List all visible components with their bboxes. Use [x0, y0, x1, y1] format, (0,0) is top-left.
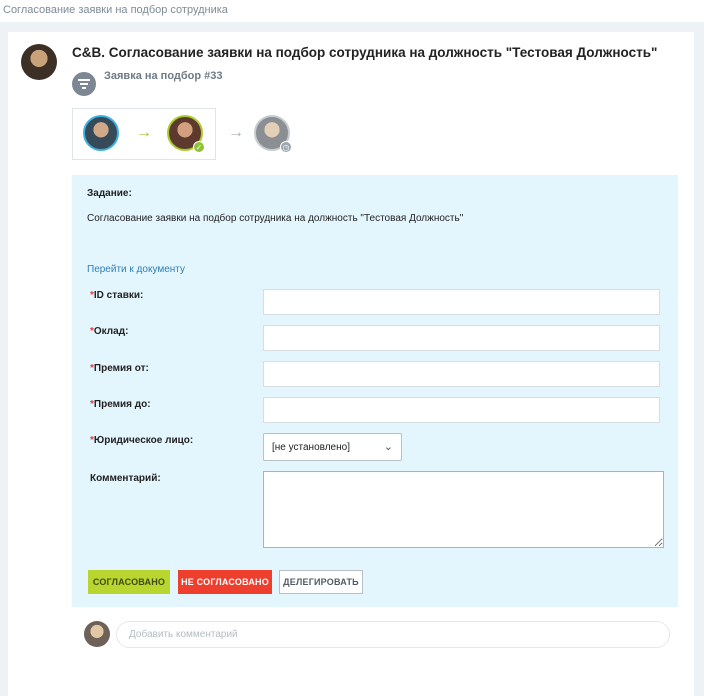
bonus-from-label: *Премия от: [90, 363, 149, 374]
task-title: C&B. Согласование заявки на подбор сотру… [72, 45, 658, 60]
delegate-button[interactable]: ДЕЛЕГИРОВАТЬ [279, 570, 363, 594]
legal-entity-label: *Юридическое лицо: [90, 435, 194, 446]
document-link[interactable]: Перейти к документу [87, 264, 185, 275]
window-title: Согласование заявки на подбор сотрудника [3, 4, 228, 16]
assignment-heading: Задание: [87, 188, 132, 199]
request-link[interactable]: Заявка на подбор #33 [104, 70, 223, 82]
bonus-from-input[interactable] [263, 361, 660, 387]
rate-id-input[interactable] [263, 289, 660, 315]
chevron-down-icon: ⌄ [383, 441, 393, 453]
legal-entity-value: [не установлено] [272, 442, 350, 453]
assignment-text: Согласование заявки на подбор сотрудника… [87, 213, 464, 224]
arrow-right-icon: → [136, 124, 152, 141]
salary-label: *Оклад: [90, 326, 129, 337]
comment-label: Комментарий: [90, 473, 161, 484]
reject-button[interactable]: НЕ СОГЛАСОВАНО [178, 570, 272, 594]
arrow-right-icon: → [228, 124, 244, 141]
check-icon: ✓ [193, 141, 205, 153]
current-user-avatar [84, 621, 110, 647]
salary-input[interactable] [263, 325, 660, 351]
bonus-to-input[interactable] [263, 397, 660, 423]
add-comment-input[interactable] [116, 621, 670, 648]
bonus-to-label: *Премия до: [90, 399, 151, 410]
filter-list-icon [72, 72, 96, 96]
task-panel: Задание: Согласование заявки на подбор с… [72, 175, 678, 607]
author-avatar[interactable] [21, 44, 57, 80]
task-card: C&B. Согласование заявки на подбор сотру… [8, 32, 694, 696]
approve-button[interactable]: СОГЛАСОВАНО [88, 570, 170, 594]
clock-icon: ◷ [280, 141, 292, 153]
route-avatar-current[interactable] [83, 115, 119, 151]
window-title-bar: Согласование заявки на подбор сотрудника [0, 0, 704, 22]
comment-textarea[interactable] [263, 471, 664, 548]
rate-id-label: *ID ставки: [90, 290, 144, 301]
legal-entity-select[interactable]: [не установлено] ⌄ [263, 433, 402, 461]
